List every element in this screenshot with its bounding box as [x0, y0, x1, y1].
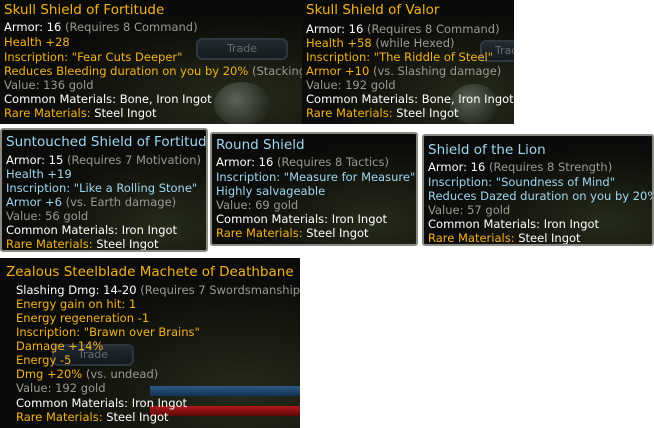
stat-line: Health +19	[6, 167, 72, 181]
common-materials-line: Common Materials: Iron Ingot	[6, 223, 178, 237]
stat-line: Reduces Bleeding duration on you by 20% …	[4, 64, 302, 78]
stat-line: Health +28	[4, 35, 70, 49]
stat-line: Armor +6 (vs. Earth damage)	[6, 195, 177, 209]
rare-materials-value: Steel Ingot	[514, 231, 581, 245]
stat-line: Energy -5	[16, 353, 72, 367]
common-materials-line: Common Materials: Bone, Iron Ingot	[4, 92, 212, 106]
stat-line: Inscription: "The Riddle of Steel"	[306, 50, 494, 64]
stat-line: Armor: 16 (Requires 8 Tactics)	[216, 155, 389, 169]
item-title: Skull Shield of Fortitude	[4, 2, 165, 18]
stat-line: Reduces Dazed duration on you by 20%	[428, 189, 654, 203]
tooltip-suntouched-shield-of-fortitude: Suntouched Shield of Fortitude Armor: 15…	[0, 128, 208, 252]
common-materials-line: Common Materials: Bone, Iron Ingot	[306, 92, 514, 106]
tooltip-skull-shield-of-valor: Trade Skull Shield of Valor Armor: 16 (R…	[302, 0, 514, 124]
rare-materials-label: Rare Materials:	[6, 237, 93, 251]
rare-materials-label: Rare Materials:	[428, 231, 515, 245]
shield-item-icon	[214, 82, 270, 124]
stat-line: Armor: 15 (Requires 7 Motivation)	[6, 153, 202, 167]
rare-materials-line: Rare Materials: Steel Ingot	[4, 107, 157, 120]
item-title: Shield of the Lion	[428, 142, 546, 158]
value-line: Value: 69 gold	[216, 198, 299, 212]
common-materials-line: Common Materials: Iron Ingot	[428, 217, 600, 231]
stat-line: Damage +14%	[16, 339, 104, 353]
rare-materials-line: Rare Materials: Steel Ingot	[216, 227, 369, 240]
stat-line: Health +58 (while Hexed)	[306, 36, 455, 50]
item-title: Skull Shield of Valor	[306, 2, 440, 18]
stat-line: Armor: 16 (Requires 8 Command)	[4, 20, 198, 34]
trade-button[interactable]: Trade	[196, 38, 288, 60]
item-title: Suntouched Shield of Fortitude	[6, 134, 208, 150]
stat-line: Highly salvageable	[216, 184, 326, 198]
value-line: Value: 136 gold	[4, 78, 94, 92]
tooltip-shield-of-the-lion: Shield of the Lion Armor: 16 (Requires 8…	[422, 134, 654, 246]
common-materials-line: Common Materials: Iron Ingot	[216, 212, 388, 226]
rare-materials-line: Rare Materials: Steel Ingot	[16, 411, 169, 424]
rare-materials-label: Rare Materials:	[4, 106, 91, 120]
rare-materials-label: Rare Materials:	[16, 410, 103, 424]
rare-materials-line: Rare Materials: Steel Ingot	[428, 232, 581, 245]
stat-line: Inscription: "Brawn over Brains"	[16, 325, 200, 339]
tooltip-zealous-steelblade-machete: Trade Zealous Steelblade Machete of Deat…	[0, 258, 300, 428]
health-bar	[150, 386, 300, 396]
stat-line: Armor +10 (vs. Slashing damage)	[306, 64, 502, 78]
stat-line: Dmg +20% (vs. undead)	[16, 367, 159, 381]
stat-line: Inscription: "Fear Cuts Deeper"	[4, 50, 183, 64]
item-title: Round Shield	[216, 137, 305, 153]
stat-line: Inscription: "Soundness of Mind"	[428, 175, 616, 189]
rare-materials-line: Rare Materials: Steel Ingot	[306, 107, 459, 120]
value-line: Value: 192 gold	[16, 381, 106, 395]
item-title: Zealous Steelblade Machete of Deathbane	[6, 264, 294, 280]
rare-materials-line: Rare Materials: Steel Ingot	[6, 238, 159, 251]
stat-line: Armor: 16 (Requires 8 Strength)	[428, 160, 613, 174]
trade-button-label: Trade	[226, 42, 258, 55]
rare-materials-value: Steel Ingot	[302, 226, 369, 240]
rare-materials-value: Steel Ingot	[90, 106, 157, 120]
stat-line: Armor: 16 (Requires 8 Command)	[306, 22, 500, 36]
rare-materials-value: Steel Ingot	[392, 106, 459, 120]
stat-line: Energy regeneration -1	[16, 311, 150, 325]
common-materials-line: Common Materials: Iron Ingot	[16, 396, 188, 410]
stat-line: Inscription: "Like a Rolling Stone"	[6, 181, 198, 195]
trade-button-label: Trade	[494, 44, 514, 57]
stat-line: Energy gain on hit: 1	[16, 297, 137, 311]
rare-materials-label: Rare Materials:	[306, 106, 393, 120]
value-line: Value: 192 gold	[306, 78, 396, 92]
rare-materials-label: Rare Materials:	[216, 226, 303, 240]
rare-materials-value: Steel Ingot	[102, 410, 169, 424]
value-line: Value: 56 gold	[6, 209, 89, 223]
tooltip-skull-shield-of-fortitude: Trade Skull Shield of Fortitude Armor: 1…	[0, 0, 302, 124]
stat-line: Slashing Dmg: 14-20 (Requires 7 Swordsma…	[16, 283, 300, 297]
stat-line: Inscription: "Measure for Measure"	[216, 170, 416, 184]
value-line: Value: 57 gold	[428, 203, 511, 217]
rare-materials-value: Steel Ingot	[92, 237, 159, 251]
tooltip-round-shield: Round Shield Armor: 16 (Requires 8 Tacti…	[210, 132, 418, 246]
